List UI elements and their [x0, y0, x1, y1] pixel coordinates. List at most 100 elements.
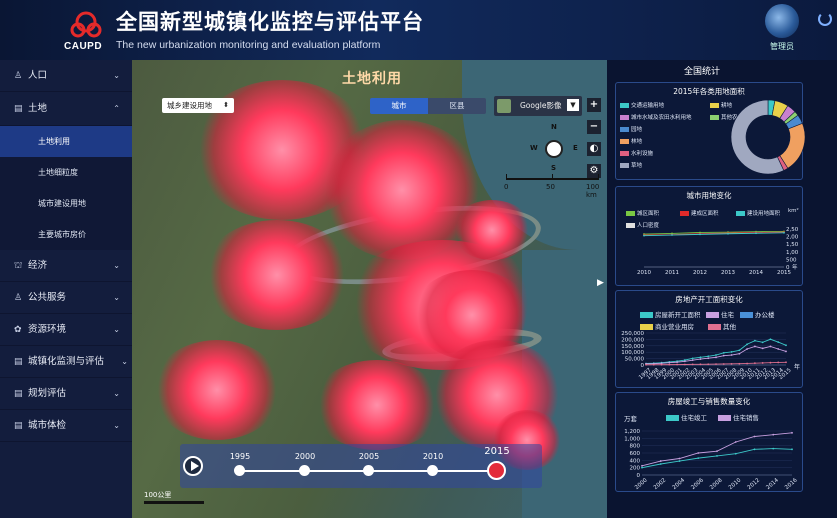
- data-point: [753, 339, 756, 342]
- legend-swatch: [640, 312, 653, 318]
- sidebar-item-public-service[interactable]: ♙ 公共服务 ⌄: [0, 282, 132, 314]
- chart-unit: 万套: [624, 415, 637, 423]
- data-point: [707, 355, 710, 358]
- data-point: [777, 341, 780, 343]
- x-tick-label: 2012: [693, 270, 707, 276]
- chevron-down-icon: ⌄: [113, 389, 120, 398]
- data-point: [691, 359, 694, 362]
- user-menu[interactable]: 管理员: [760, 4, 804, 52]
- population-icon: ♙: [14, 71, 23, 81]
- legend-swatch: [640, 324, 653, 330]
- y-tick-label: 50,000: [625, 357, 645, 363]
- map-scale: 100公里: [144, 490, 204, 504]
- land-area-donut-chart: [730, 99, 806, 175]
- timeline-point[interactable]: [363, 465, 374, 476]
- data-point: [772, 433, 775, 436]
- data-point: [746, 343, 749, 346]
- x-tick-label: 2004: [672, 477, 687, 491]
- panel-collapse-icon[interactable]: ▶: [597, 278, 607, 292]
- sidebar-subitem-urban-construction-land[interactable]: 城市建设用地: [0, 188, 132, 219]
- data-point: [643, 234, 645, 237]
- logout-icon[interactable]: [818, 12, 832, 26]
- series-line: [645, 338, 787, 364]
- app-header: CAUPD 全国新型城镇化监控与评估平台 The new urbanizatio…: [0, 0, 837, 60]
- legend-item: 交通运输用地: [620, 101, 664, 109]
- data-point: [772, 447, 775, 450]
- data-point: [791, 448, 793, 451]
- timeline-point[interactable]: [234, 465, 245, 476]
- urban-area: [202, 220, 352, 330]
- sidebar-item-population[interactable]: ♙ 人口 ⌄: [0, 60, 132, 92]
- sidebar-subitem-land-fine[interactable]: 土地细粒度: [0, 157, 132, 188]
- urban-area: [452, 200, 532, 260]
- sidebar-subitem-house-price[interactable]: 主要城市房价: [0, 219, 132, 250]
- city-land-line-chart: 2,502,001,501,0050002010 2011 2012 2013 2014…: [637, 227, 799, 276]
- data-point: [697, 457, 700, 460]
- data-point: [659, 463, 662, 465]
- timeline-point[interactable]: [299, 465, 310, 476]
- zoom-in-button[interactable]: +: [587, 98, 601, 112]
- sidebar-item-land[interactable]: ▤ 土地 ⌃: [0, 92, 132, 126]
- data-point: [761, 347, 764, 350]
- land-icon: ▤: [14, 104, 23, 114]
- y-tick-label: 500: [786, 257, 797, 263]
- globe-button[interactable]: ◐: [587, 142, 601, 156]
- legend-swatch: [620, 103, 629, 108]
- sidebar-item-label: 城市体检: [28, 420, 67, 431]
- data-point: [734, 441, 737, 443]
- tab-city[interactable]: 城市: [370, 98, 428, 114]
- x-tick-label: 2014: [749, 270, 763, 276]
- land-type-select[interactable]: 城乡建设用地 ⬍: [162, 98, 234, 113]
- sidebar-item-urbanization-monitoring[interactable]: ▤ 城镇化监测与评估 ⌄: [0, 346, 132, 378]
- sidebar-item-city-checkup[interactable]: ▤ 城市体检 ⌄: [0, 410, 132, 442]
- legend-item: 园地: [620, 125, 642, 133]
- sidebar-item-label: 人口: [28, 70, 48, 81]
- map-view[interactable]: 土地利用 城乡建设用地 ⬍ 城市 区县 Google影像 ▼ + − ◐ ⚙ N…: [132, 60, 607, 518]
- card-title: 城市用地变化: [686, 191, 732, 200]
- card-title: 2015年各类用地面积: [673, 87, 745, 96]
- data-point: [715, 363, 717, 366]
- legend-item: 商业营业用房: [640, 321, 694, 331]
- data-point: [699, 358, 702, 361]
- sidebar-item-planning-evaluation[interactable]: ▤ 规划评估 ⌄: [0, 378, 132, 410]
- tab-district[interactable]: 区县: [428, 98, 486, 114]
- sidebar-item-economy[interactable]: ⛫ 经济 ⌄: [0, 250, 132, 282]
- public-service-icon: ♙: [14, 293, 23, 303]
- legend-item: 住宅销售: [718, 412, 759, 422]
- legend-swatch: [710, 115, 719, 120]
- economy-icon: ⛫: [14, 261, 23, 271]
- legend-item: 建成区面积: [680, 209, 719, 217]
- sidebar-subitem-land-use[interactable]: 土地利用: [0, 126, 132, 157]
- data-point: [785, 361, 787, 364]
- data-point: [727, 232, 729, 235]
- user-label: 管理员: [770, 42, 794, 51]
- chevron-down-icon[interactable]: ▼: [567, 99, 579, 111]
- data-point: [699, 233, 701, 236]
- basemap-select[interactable]: Google影像 ▼: [494, 96, 582, 116]
- sidebar-item-resource-environment[interactable]: ✿ 资源环境 ⌄: [0, 314, 132, 346]
- x-tick-label: 2010: [728, 477, 743, 491]
- environment-icon: ✿: [14, 325, 22, 335]
- legend-swatch: [718, 415, 731, 421]
- timeline-point[interactable]: [427, 465, 438, 476]
- timeline-year: 2010: [422, 452, 444, 461]
- timeline[interactable]: 1995 2000 2005 2010 2015: [180, 444, 542, 488]
- timeline-point-active[interactable]: [487, 461, 506, 480]
- data-point: [707, 357, 710, 360]
- data-point: [722, 354, 725, 357]
- map-scalebar: 0 50 100 km: [504, 174, 607, 199]
- play-button[interactable]: [183, 456, 203, 476]
- data-point: [753, 435, 756, 438]
- y-tick-label: 200,000: [621, 337, 644, 343]
- urban-area: [152, 340, 282, 440]
- data-point: [716, 450, 718, 453]
- data-point: [738, 352, 741, 355]
- stats-panel: 全国统计 2015年各类用地面积 交通运输用地 耕地 城市水域及农田水利用地 其…: [607, 60, 837, 518]
- legend-item: 草地: [620, 161, 642, 169]
- legend-item: 水利设施: [620, 149, 653, 157]
- zoom-out-button[interactable]: −: [587, 120, 601, 134]
- user-avatar-icon[interactable]: [765, 4, 799, 38]
- x-tick-label: 2015: [777, 270, 791, 276]
- y-tick-label: 150,000: [621, 344, 644, 350]
- data-point: [761, 362, 764, 364]
